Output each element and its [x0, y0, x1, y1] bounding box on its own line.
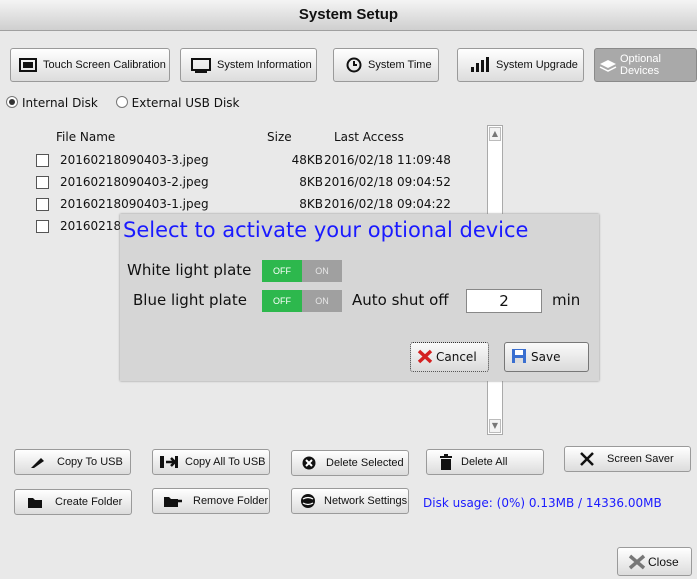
usb-icon	[29, 455, 45, 469]
col-file-name[interactable]: File Name	[56, 126, 115, 148]
tools-icon	[579, 451, 595, 467]
white-light-label: White light plate	[127, 261, 252, 279]
optional-devices-label: Optional Devices	[620, 53, 661, 77]
delete-circle-icon	[302, 456, 316, 470]
globe-icon	[300, 493, 316, 509]
row-checkbox[interactable]	[36, 154, 49, 167]
cancel-label: Cancel	[436, 350, 477, 364]
window-title: System Setup	[298, 6, 399, 23]
external-usb-option[interactable]: External USB Disk	[115, 96, 240, 110]
scroll-up-icon[interactable]: ▲	[489, 127, 501, 141]
floppy-icon	[511, 348, 527, 367]
remove-folder-button[interactable]: Remove Folder	[152, 488, 270, 514]
col-last-access[interactable]: Last Access	[334, 126, 404, 148]
close-label: Close	[648, 554, 679, 569]
system-time-button[interactable]: System Time	[333, 48, 439, 82]
row-checkbox[interactable]	[36, 176, 49, 189]
device-icon	[598, 58, 618, 72]
table-row[interactable]: 20160218090403-1.jpeg 8KB 2016/02/18 09:…	[10, 194, 488, 214]
system-time-label: System Time	[368, 59, 432, 71]
optional-device-dialog: Select to activate your optional device …	[120, 214, 599, 381]
radio-selected-icon	[6, 96, 18, 108]
col-size[interactable]: Size	[267, 126, 292, 148]
system-upgrade-label: System Upgrade	[496, 59, 578, 71]
auto-shut-label: Auto shut off	[352, 291, 449, 309]
row-checkbox[interactable]	[36, 220, 49, 233]
scroll-down-icon[interactable]: ▼	[489, 419, 501, 433]
table-row[interactable]: 20160218090403-3.jpeg 48KB 2016/02/18 11…	[10, 150, 488, 170]
close-icon	[628, 554, 646, 570]
cancel-x-icon	[417, 348, 433, 367]
system-information-button[interactable]: System Information	[180, 48, 317, 82]
blue-light-label: Blue light plate	[133, 291, 247, 309]
title-bar: System Setup	[0, 0, 697, 31]
clock-icon	[346, 57, 362, 73]
trash-icon	[439, 454, 453, 470]
delete-selected-button[interactable]: Delete Selected	[291, 450, 409, 476]
table-row[interactable]: 20160218090403-2.jpeg 8KB 2016/02/18 09:…	[10, 172, 488, 192]
folder-remove-icon	[163, 495, 183, 508]
system-upgrade-button[interactable]: System Upgrade	[457, 48, 584, 82]
touch-calibration-label: Touch Screen Calibration	[43, 59, 166, 71]
optional-devices-button[interactable]: Optional Devices	[594, 48, 697, 82]
create-folder-button[interactable]: Create Folder	[14, 489, 132, 515]
save-button[interactable]: Save	[504, 342, 589, 372]
system-information-label: System Information	[217, 59, 312, 71]
blue-light-toggle[interactable]: OFF ON	[262, 290, 342, 312]
white-light-toggle[interactable]: OFF ON	[262, 260, 342, 282]
touch-calibration-button[interactable]: Touch Screen Calibration	[10, 48, 170, 82]
copy-to-usb-button[interactable]: Copy To USB	[14, 449, 131, 475]
internal-disk-option[interactable]: Internal Disk	[6, 96, 98, 110]
folder-icon	[27, 496, 43, 509]
unit-label: min	[552, 291, 581, 309]
radio-empty-icon	[115, 96, 128, 108]
cancel-button[interactable]: Cancel	[410, 342, 489, 372]
monitor-icon	[191, 57, 211, 73]
screen-saver-button[interactable]: Screen Saver	[564, 446, 691, 472]
monitor-icon	[19, 58, 37, 72]
network-settings-button[interactable]: Network Settings	[291, 488, 409, 514]
auto-shut-input[interactable]: 2	[466, 289, 542, 313]
copy-all-icon	[159, 455, 179, 469]
save-label: Save	[531, 350, 561, 364]
copy-all-to-usb-button[interactable]: Copy All To USB	[152, 449, 270, 475]
delete-all-button[interactable]: Delete All	[426, 449, 544, 475]
disk-selector: Internal Disk External USB Disk	[6, 96, 240, 110]
dialog-title: Select to activate your optional device	[123, 218, 529, 242]
signal-bars-icon	[470, 57, 490, 73]
row-checkbox[interactable]	[36, 198, 49, 211]
disk-usage-text: Disk usage: (0%) 0.13MB / 14336.00MB	[423, 496, 662, 510]
close-button[interactable]: Close	[617, 547, 692, 576]
